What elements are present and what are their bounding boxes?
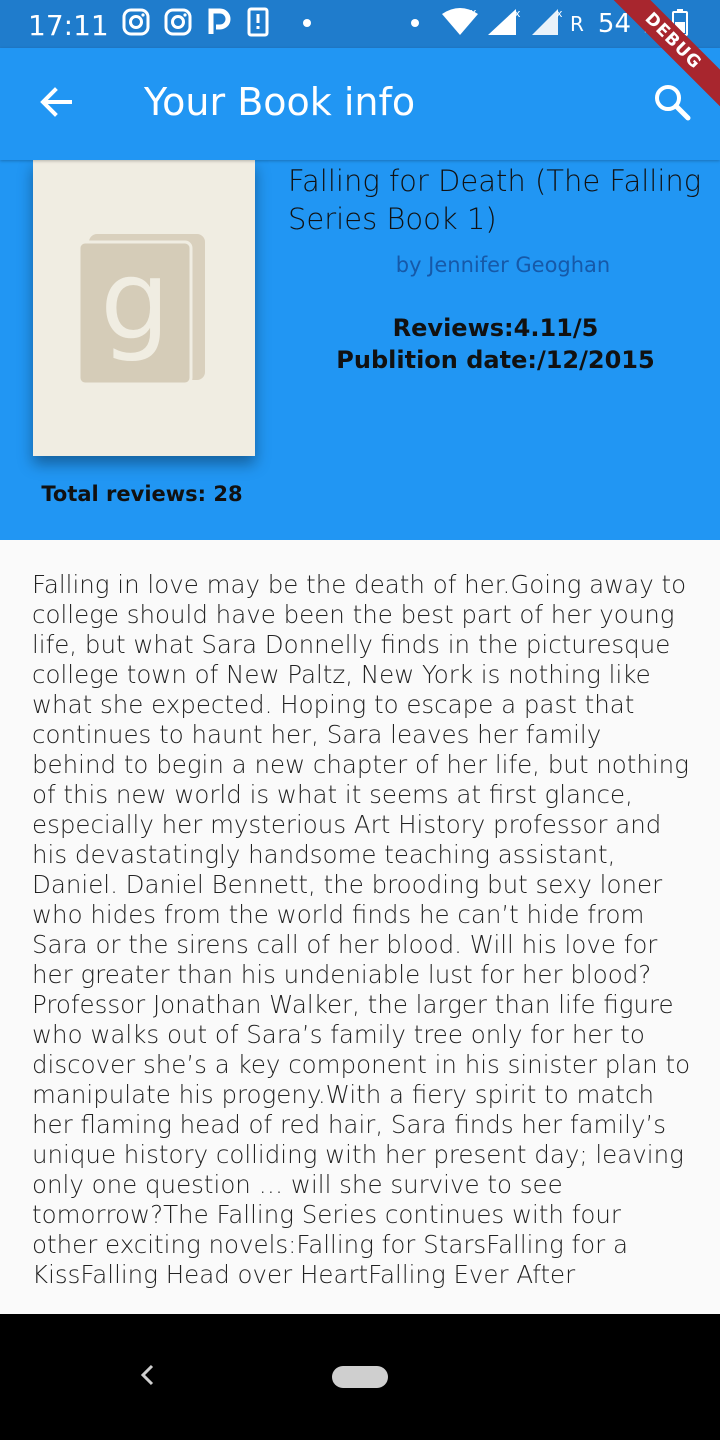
phone-notification-icon — [246, 7, 270, 42]
dot-icon — [302, 15, 312, 33]
nav-back-button[interactable] — [132, 1360, 162, 1394]
parking-app-icon — [206, 8, 232, 41]
book-rating: Reviews:4.11/5 — [392, 314, 599, 342]
book-author: by Jennifer Geoghan — [395, 253, 611, 277]
svg-text:x: x — [556, 7, 562, 20]
goodreads-book-icon: g — [77, 226, 209, 391]
network-type-label: R — [570, 12, 584, 36]
dot-icon — [410, 15, 420, 33]
nav-back-icon — [139, 1363, 155, 1392]
page-title: Your Book info — [144, 80, 416, 124]
book-title: Falling for Death (The Falling Series Bo… — [288, 164, 702, 236]
status-notification-icons — [122, 7, 312, 42]
arrow-back-icon — [38, 84, 74, 125]
svg-text:x: x — [470, 8, 477, 19]
back-button[interactable] — [28, 76, 84, 132]
book-stats: Reviews:4.11/5 Publition date:/12/2015 — [288, 312, 703, 376]
svg-text:g: g — [100, 236, 170, 364]
status-time: 17:11 — [28, 9, 109, 42]
nav-home-button[interactable] — [332, 1366, 388, 1388]
signal-icon: x — [486, 7, 522, 42]
app-bar: Your Book info — [0, 48, 720, 160]
search-icon — [653, 83, 691, 126]
signal-icon: x — [530, 7, 563, 42]
svg-text:x: x — [514, 7, 521, 20]
status-bar: 17:11 x x x R 54 % — [0, 0, 720, 48]
book-description: Falling in love may be the death of her.… — [32, 570, 691, 1289]
book-cover[interactable]: g — [33, 160, 255, 456]
book-header: g Total reviews: 28 Falling for Death (T… — [0, 160, 720, 540]
system-nav-bar — [0, 1314, 720, 1440]
instagram-icon — [164, 8, 192, 41]
instagram-icon — [122, 8, 150, 41]
publication-date: Publition date:/12/2015 — [336, 346, 655, 374]
total-reviews: Total reviews: 28 — [41, 482, 243, 506]
wifi-icon: x — [442, 6, 478, 41]
search-button[interactable] — [644, 76, 700, 132]
